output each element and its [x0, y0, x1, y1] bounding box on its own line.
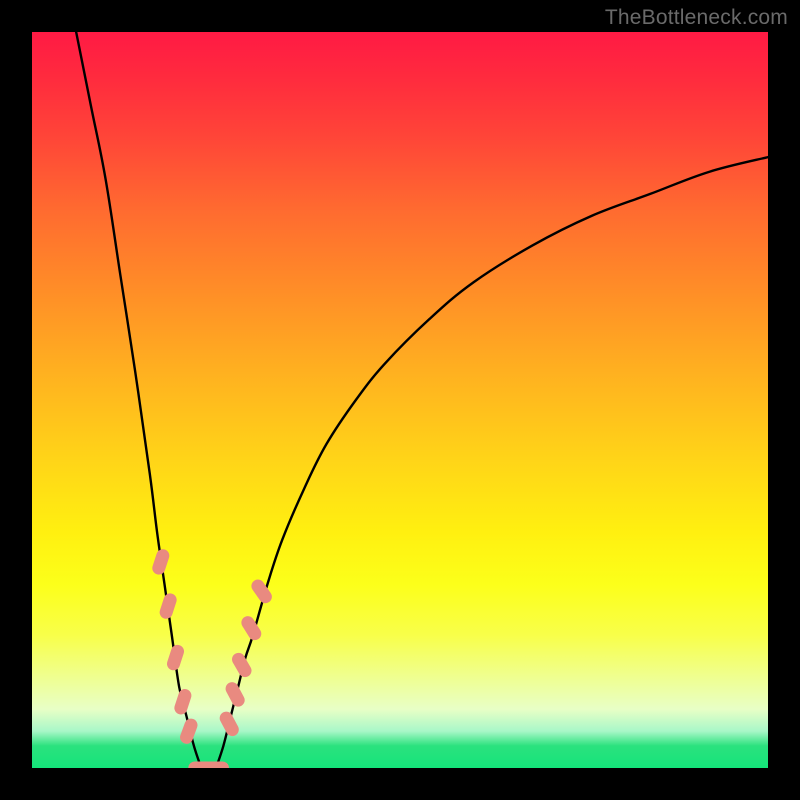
watermark-text: TheBottleneck.com: [605, 6, 788, 30]
curve-right: [216, 157, 768, 768]
marker-flat-6: [203, 762, 229, 769]
chart-svg: [32, 32, 768, 768]
plot-area: [32, 32, 768, 768]
marker-right-7: [217, 709, 241, 738]
marker-left-2: [165, 643, 185, 672]
marker-right-10: [239, 614, 264, 643]
marker-left-1: [158, 592, 178, 621]
marker-left-4: [178, 717, 199, 746]
marker-right-9: [230, 650, 254, 679]
marker-right-11: [249, 577, 275, 606]
marker-left-3: [173, 687, 193, 716]
curve-left: [76, 32, 201, 768]
chart-frame: TheBottleneck.com: [0, 0, 800, 800]
marker-group: [151, 548, 275, 768]
marker-left-0: [151, 548, 171, 577]
marker-right-8: [223, 680, 247, 709]
